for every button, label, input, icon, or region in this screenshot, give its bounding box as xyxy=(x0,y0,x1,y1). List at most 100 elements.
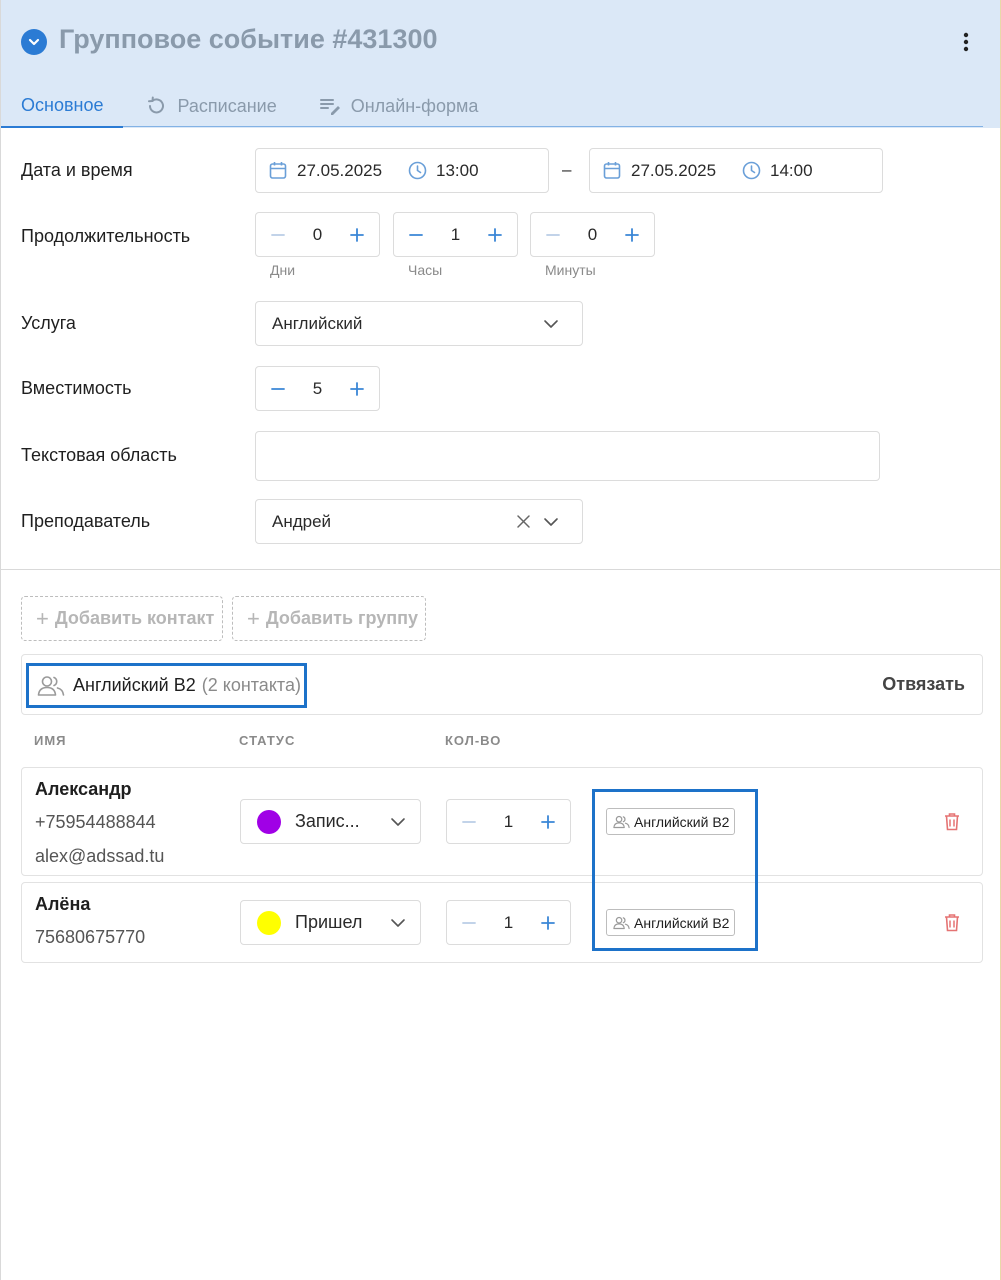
page-title: Групповое событие #431300 xyxy=(59,24,438,54)
clock-icon xyxy=(742,161,761,180)
duration-days-caption: Дни xyxy=(270,262,296,278)
start-datetime-field[interactable]: 27.05.2025 13:00 xyxy=(255,148,549,193)
increment-button[interactable] xyxy=(473,213,517,257)
quantity-value[interactable]: 1 xyxy=(491,800,526,844)
status-select[interactable]: Запис... xyxy=(240,799,421,844)
status-value: Пришел xyxy=(295,912,363,932)
add-group-button[interactable]: + Добавить группу xyxy=(232,596,426,641)
teacher-label: Преподаватель xyxy=(21,511,151,531)
quantity-value[interactable]: 1 xyxy=(491,901,526,945)
tab-online-form-label: Онлайн-форма xyxy=(350,95,479,116)
capacity-value[interactable]: 5 xyxy=(300,367,335,411)
unlink-button[interactable]: Отвязать xyxy=(882,674,965,695)
group-users-icon xyxy=(37,675,65,697)
chevron-down-icon xyxy=(390,915,406,936)
chevron-down-icon xyxy=(390,814,406,835)
tab-schedule-label: Расписание xyxy=(177,95,277,116)
column-header-status: СТАТУС xyxy=(239,733,296,748)
calendar-icon xyxy=(269,161,287,180)
teacher-select[interactable]: Андрей xyxy=(255,499,583,544)
contact-name[interactable]: Александр xyxy=(35,779,132,800)
increment-button[interactable] xyxy=(335,213,379,257)
clock-icon xyxy=(408,161,427,180)
group-tag-label: Английский B2 xyxy=(634,914,730,931)
duration-minutes-value[interactable]: 0 xyxy=(575,213,610,257)
service-value: Английский xyxy=(272,314,363,333)
datetime-separator: – xyxy=(562,160,572,179)
event-header: Групповое событие #431300 Основное Распи… xyxy=(1,0,1000,128)
contact-name[interactable]: Алёна xyxy=(35,894,90,915)
group-tag: Английский B2 xyxy=(606,808,736,835)
increment-button[interactable] xyxy=(335,367,379,411)
status-select[interactable]: Пришел xyxy=(240,900,421,945)
increment-button[interactable] xyxy=(526,800,570,844)
increment-button[interactable] xyxy=(610,213,654,257)
column-header-qty: КОЛ-ВО xyxy=(445,733,502,748)
group-users-icon xyxy=(613,815,630,828)
decrement-button[interactable] xyxy=(256,367,300,411)
history-icon xyxy=(145,95,167,117)
form-edit-icon xyxy=(319,96,341,116)
tab-main-label: Основное xyxy=(21,94,104,115)
collapse-button[interactable] xyxy=(21,29,47,55)
text-area-field[interactable] xyxy=(255,431,880,481)
start-time-value: 13:00 xyxy=(436,161,479,180)
minus-icon xyxy=(462,821,476,823)
add-contact-button[interactable]: + Добавить контакт xyxy=(21,596,223,641)
group-chip[interactable]: Английский B2 (2 контакта) xyxy=(26,663,307,708)
increment-button[interactable] xyxy=(526,901,570,945)
teacher-value: Андрей xyxy=(272,512,332,531)
minus-icon xyxy=(271,388,285,390)
decrement-button[interactable] xyxy=(447,800,491,844)
service-select[interactable]: Английский xyxy=(255,301,583,346)
section-divider xyxy=(1,569,1000,570)
start-date-value: 27.05.2025 xyxy=(297,161,383,180)
decrement-button[interactable] xyxy=(256,213,300,257)
group-tag-label: Английский B2 xyxy=(634,813,730,830)
service-label: Услуга xyxy=(21,313,76,333)
minus-icon xyxy=(462,922,476,924)
more-options-button[interactable] xyxy=(956,30,976,54)
group-name: Английский B2 xyxy=(73,675,196,695)
chevron-down-icon xyxy=(543,316,559,332)
duration-days-stepper: 0 xyxy=(255,212,380,257)
duration-minutes-caption: Минуты xyxy=(545,262,596,278)
datetime-label: Дата и время xyxy=(21,160,133,180)
tab-main[interactable]: Основное xyxy=(1,84,124,128)
capacity-label: Вместимость xyxy=(21,378,132,398)
duration-minutes-stepper: 0 xyxy=(530,212,655,257)
delete-icon[interactable] xyxy=(942,810,962,832)
duration-hours-stepper: 1 xyxy=(393,212,518,257)
plus-icon: + xyxy=(36,605,49,631)
duration-label: Продолжительность xyxy=(21,226,191,246)
decrement-button[interactable] xyxy=(531,213,575,257)
kebab-menu-icon xyxy=(963,32,969,52)
chevron-down-icon xyxy=(28,38,40,46)
tab-divider xyxy=(21,126,983,127)
duration-days-value[interactable]: 0 xyxy=(300,213,335,257)
group-card: Английский B2 (2 контакта) Отвязать xyxy=(21,654,983,715)
plus-icon xyxy=(541,916,555,930)
decrement-button[interactable] xyxy=(447,901,491,945)
status-value: Запис... xyxy=(295,811,360,831)
minus-icon xyxy=(271,234,285,236)
clear-icon[interactable] xyxy=(516,514,531,529)
contact-email: alex@adssad.tu xyxy=(35,846,165,866)
duration-hours-value[interactable]: 1 xyxy=(438,213,473,257)
decrement-button[interactable] xyxy=(394,213,438,257)
status-color-dot xyxy=(257,911,281,935)
column-header-name: ИМЯ xyxy=(34,733,67,748)
tab-schedule[interactable]: Расписание xyxy=(145,84,277,128)
table-row: Алёна 75680675770 Пришел 1 Английский B2 xyxy=(21,882,983,963)
tab-online-form[interactable]: Онлайн-форма xyxy=(319,84,479,128)
textarea-label: Текстовая область xyxy=(21,445,177,465)
end-datetime-field[interactable]: 27.05.2025 14:00 xyxy=(589,148,883,193)
contact-phone: 75680675770 xyxy=(35,927,146,947)
event-panel: Групповое событие #431300 Основное Распи… xyxy=(0,0,1001,1280)
quantity-stepper: 1 xyxy=(446,799,571,844)
end-time-value: 14:00 xyxy=(770,161,813,180)
delete-icon[interactable] xyxy=(942,911,962,933)
plus-icon xyxy=(350,382,364,396)
plus-icon: + xyxy=(247,605,260,631)
add-group-label: Добавить группу xyxy=(265,608,419,628)
